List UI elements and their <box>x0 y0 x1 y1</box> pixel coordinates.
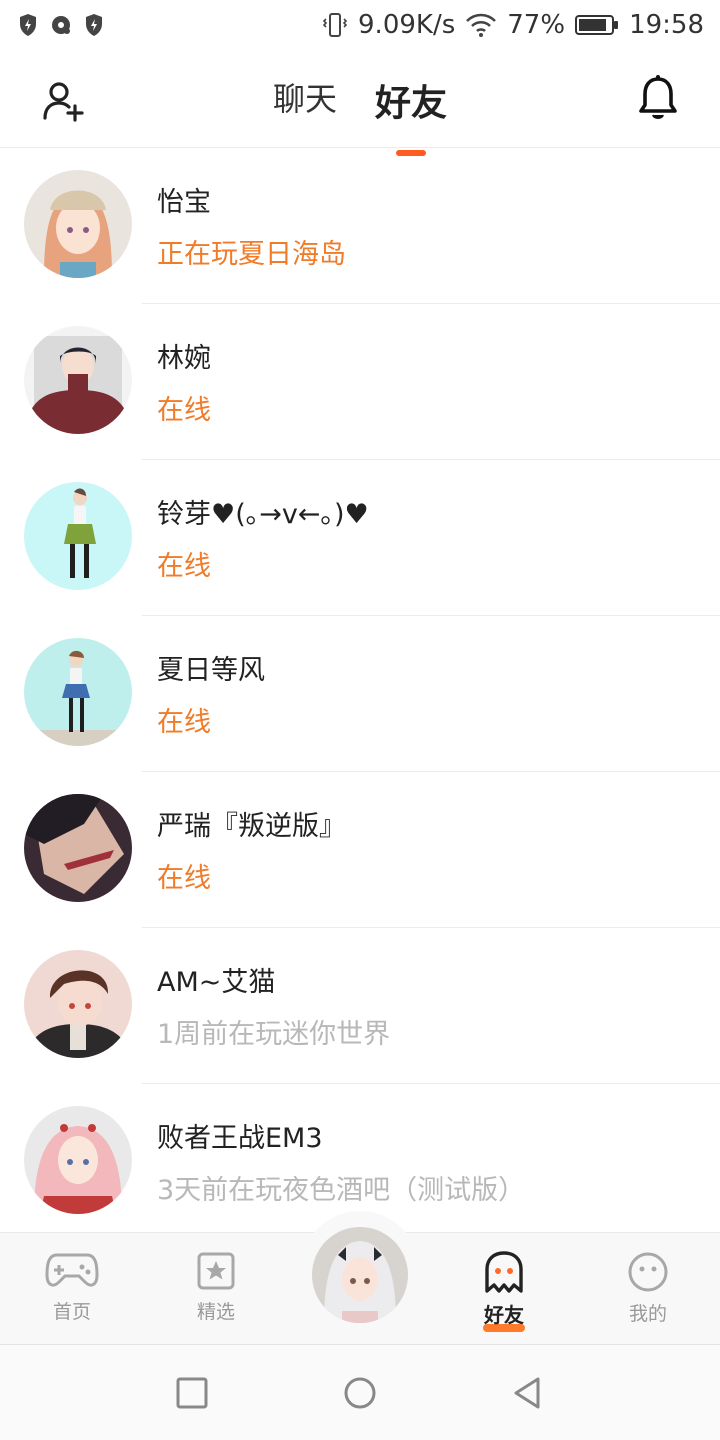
tab-chat[interactable]: 聊天 <box>271 74 339 126</box>
tab-bar: 聊天 好友 <box>0 74 720 156</box>
nav-me[interactable]: 我的 <box>603 1251 693 1326</box>
bottom-nav: 首页 精选 好友 我的 <box>0 1211 720 1344</box>
avatar[interactable] <box>24 794 132 902</box>
battery-icon <box>575 15 619 35</box>
star-bookmark-icon <box>197 1252 235 1290</box>
system-nav-bar <box>0 1344 720 1440</box>
avatar[interactable] <box>24 482 132 590</box>
friend-status: 在线 <box>157 707 211 738</box>
avatar[interactable] <box>24 1106 132 1214</box>
friend-status: 在线 <box>157 395 211 426</box>
home-circle-icon[interactable] <box>342 1375 378 1411</box>
clock: 19:58 <box>629 10 704 40</box>
app-notification-icon <box>52 16 70 34</box>
friend-status: 1周前在玩迷你世界 <box>157 1019 391 1050</box>
friend-row[interactable]: AM~艾猫 1周前在玩迷你世界 <box>0 928 720 1084</box>
back-icon[interactable] <box>510 1375 546 1411</box>
tab-friends-label: 好友 <box>375 83 448 124</box>
friend-name: 怡宝 <box>157 187 211 218</box>
shield-icon <box>20 14 36 36</box>
wifi-icon <box>466 13 497 37</box>
friend-row[interactable]: 严瑞『叛逆版』 在线 <box>0 772 720 928</box>
nav-home-label: 首页 <box>52 1301 91 1323</box>
friend-name: 严瑞『叛逆版』 <box>157 811 346 842</box>
battery-percent: 77% <box>507 10 566 40</box>
face-icon <box>628 1252 668 1292</box>
user-avatar[interactable] <box>312 1227 408 1323</box>
header: 聊天 好友 <box>0 50 720 156</box>
friend-status: 在线 <box>157 551 211 582</box>
avatar[interactable] <box>24 170 132 278</box>
nav-friends-label: 好友 <box>484 1303 524 1327</box>
friend-row[interactable]: 怡宝 正在玩夏日海岛 <box>0 148 720 304</box>
avatar[interactable] <box>24 950 132 1058</box>
friend-row[interactable]: 林婉 在线 <box>0 304 720 460</box>
friend-status: 3天前在玩夜色酒吧（测试版） <box>157 1175 526 1206</box>
friend-row[interactable]: 夏日等风 在线 <box>0 616 720 772</box>
net-speed: 9.09K/s <box>358 10 456 40</box>
center-avatar-button[interactable] <box>300 1211 420 1331</box>
status-bar: 9.09K/s 77% 19:58 <box>0 0 720 50</box>
status-left <box>18 13 104 37</box>
friend-name: AM~艾猫 <box>157 967 276 998</box>
avatar[interactable] <box>24 326 132 434</box>
friend-status: 在线 <box>157 863 211 894</box>
friend-name: 夏日等风 <box>157 655 265 686</box>
gamepad-icon <box>45 1253 99 1287</box>
friend-name: 败者王战EM3 <box>157 1123 323 1154</box>
vibrate-icon <box>322 13 348 37</box>
nav-home[interactable]: 首页 <box>27 1251 117 1324</box>
status-right: 9.09K/s 77% 19:58 <box>322 10 704 40</box>
friend-row[interactable]: 铃芽♥(｡→v←｡)♥ 在线 <box>0 460 720 616</box>
friend-list: 怡宝 正在玩夏日海岛 林婉 在线 铃芽♥(｡→v←｡)♥ 在线 夏日等风 在线 … <box>0 148 720 1240</box>
avatar[interactable] <box>24 638 132 746</box>
friend-name: 铃芽♥(｡→v←｡)♥ <box>157 499 369 530</box>
bell-icon[interactable] <box>636 74 680 124</box>
nav-friends[interactable]: 好友 <box>459 1251 549 1332</box>
recents-icon[interactable] <box>174 1375 210 1411</box>
friend-status: 正在玩夏日海岛 <box>157 239 346 270</box>
ghost-icon <box>485 1251 523 1293</box>
tab-friends[interactable]: 好友 <box>373 74 449 156</box>
shield-icon <box>86 14 102 36</box>
nav-featured-label: 精选 <box>196 1301 235 1323</box>
friend-name: 林婉 <box>157 343 211 374</box>
nav-me-label: 我的 <box>628 1303 667 1325</box>
nav-featured[interactable]: 精选 <box>171 1251 261 1324</box>
tab-chat-label: 聊天 <box>272 80 337 118</box>
